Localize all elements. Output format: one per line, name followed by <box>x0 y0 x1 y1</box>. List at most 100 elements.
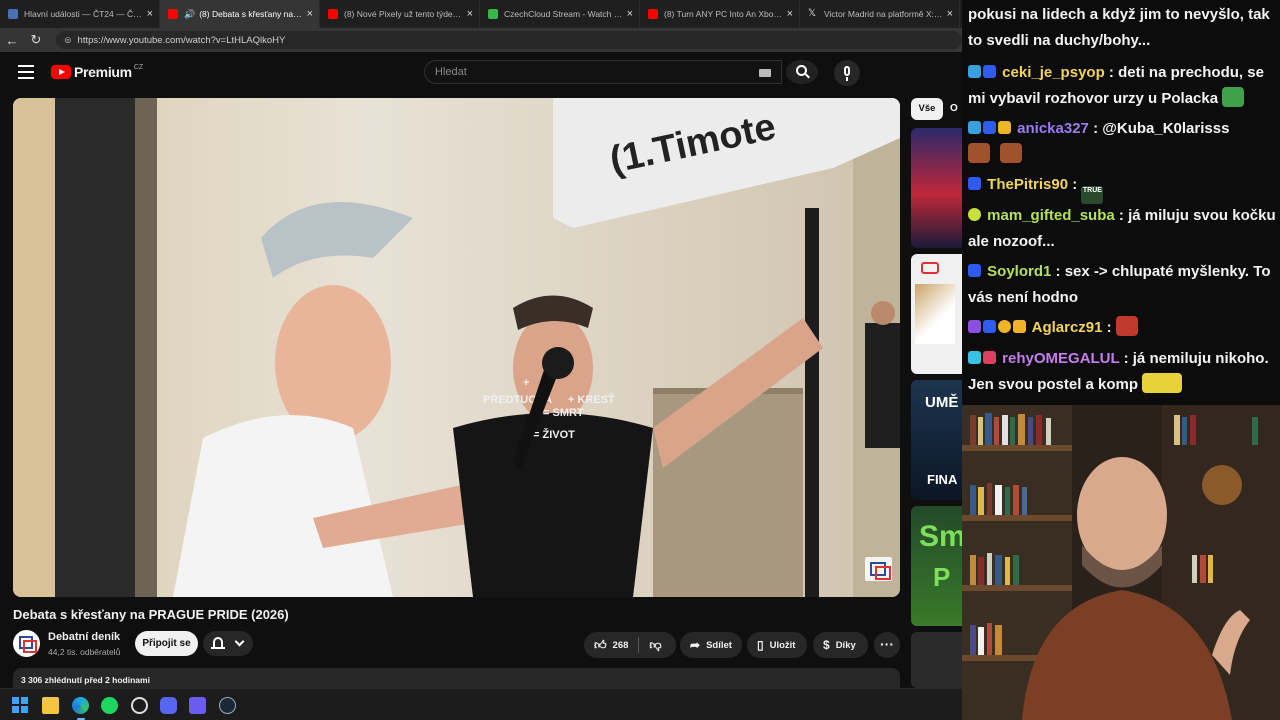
chat-message: mam_gifted_suba : já miluju svou kočku a… <box>968 207 1276 250</box>
more-actions-icon[interactable]: ··· <box>874 632 900 658</box>
face-emote-icon <box>1115 316 1138 336</box>
badge-icon <box>968 177 981 190</box>
search-button[interactable] <box>786 60 818 84</box>
video-player[interactable]: (1.Timote + PŘEDTUCHA + KRESŤ = SMRT = Ž… <box>13 98 900 597</box>
logo-text: Premium <box>74 64 132 80</box>
thumbnail-text: UMĚ <box>925 394 959 411</box>
browser-tab[interactable]: Hlavní události — ČT24 — Česká × <box>0 0 160 28</box>
close-icon[interactable]: × <box>787 8 793 20</box>
screen: Hlavní události — ČT24 — Česká × 🔊 (8) D… <box>0 0 1280 720</box>
crown-badge-icon <box>998 121 1011 134</box>
like-dislike-group: 👍︎ 268 👎︎ <box>584 632 676 658</box>
chat-username[interactable]: rehyOMEGALUL <box>1002 350 1119 367</box>
youtube-logo[interactable]: Premium CZ <box>51 64 143 80</box>
bookmark-icon: ▯ <box>757 638 764 652</box>
url-field[interactable]: ⊜ https://www.youtube.com/watch?v=LtHLAQ… <box>56 31 962 49</box>
recommendation-thumbnail[interactable]: UMĚ FINA <box>911 380 962 500</box>
speaker-icon[interactable]: 🔊 <box>184 9 195 20</box>
tab-title: Hlavní události — ČT24 — Česká <box>24 9 143 19</box>
dislike-button[interactable]: 👎︎ <box>639 632 671 658</box>
shirt-text: = ŽIVOT <box>533 428 575 441</box>
pepe-emote-icon <box>1142 373 1183 393</box>
webcam-feed <box>962 405 1280 720</box>
obs-icon[interactable] <box>131 697 148 714</box>
chevron-down-icon <box>234 636 245 647</box>
chat-username[interactable]: mam_gifted_suba <box>987 207 1115 224</box>
browser-tab-active[interactable]: 🔊 (8) Debata s křesťany na PRAGU × <box>160 0 320 28</box>
country-code: CZ <box>133 63 144 71</box>
site-info-icon[interactable]: ⊜ <box>64 35 72 46</box>
badge-icon <box>983 351 996 364</box>
url-text: https://www.youtube.com/watch?v=LtHLAQlk… <box>77 34 286 46</box>
browser-tab[interactable]: (8) Nové Pixely už tento týden. | R × <box>320 0 480 28</box>
shirt-text: = SMRT <box>543 407 584 419</box>
chat-username[interactable]: ThePitris90 <box>987 176 1068 193</box>
browser-tab[interactable]: (8) Turn ANY PC Into An Xbox! HU × <box>640 0 800 28</box>
file-explorer-icon[interactable] <box>42 697 59 714</box>
description-box[interactable]: 3 306 zhlédnutí před 2 hodinami <box>13 668 900 688</box>
thanks-button[interactable]: $ Díky <box>813 632 868 658</box>
youtube-favicon <box>648 9 658 19</box>
channel-name[interactable]: Debatní deník <box>48 631 120 643</box>
crown-badge-icon <box>1013 320 1026 333</box>
microphone-icon <box>844 66 850 76</box>
close-icon[interactable]: × <box>627 8 633 20</box>
chat-username[interactable]: Soylord1 <box>987 263 1051 280</box>
subscriber-count: 44,2 tis. odběratelů <box>48 647 121 657</box>
youtube-favicon <box>168 9 178 19</box>
thanks-label: Díky <box>835 639 856 651</box>
save-button[interactable]: ▯ Uložit <box>747 632 807 658</box>
chip-next[interactable]: O <box>950 98 962 120</box>
recommendation-thumbnail[interactable] <box>911 254 962 374</box>
thumbnail-text: FINA <box>927 472 958 487</box>
recommendation-thumbnail[interactable] <box>911 632 962 688</box>
chip-all[interactable]: Vše <box>911 98 943 120</box>
webcam-overlay <box>962 405 1280 720</box>
notification-button[interactable] <box>203 631 253 656</box>
chat-username[interactable]: ceki_je_psyop <box>1002 64 1105 81</box>
browser-tab[interactable]: CzechCloud Stream - Watch Live o × <box>480 0 640 28</box>
edge-browser-icon[interactable] <box>72 697 89 720</box>
thumbs-up-icon: 👍︎ <box>594 637 607 652</box>
share-label: Sdílet <box>706 639 732 651</box>
windows-start-icon[interactable] <box>12 697 29 714</box>
close-icon[interactable]: × <box>947 8 953 20</box>
like-button[interactable]: 👍︎ 268 <box>584 632 638 658</box>
badge-icon <box>968 320 981 333</box>
channel-avatar[interactable] <box>13 630 40 657</box>
share-icon: ➦ <box>690 638 701 652</box>
app-grid-icon[interactable] <box>189 697 206 714</box>
video-frame: (1.Timote + PŘEDTUCHA + KRESŤ = SMRT = Ž… <box>13 98 900 597</box>
thumbs-down-icon: 👎︎ <box>649 637 662 652</box>
pepe-emote-icon <box>1222 87 1245 107</box>
face-emote-icon <box>968 143 990 163</box>
views-and-date: 3 306 zhlédnutí před 2 hodinami <box>21 675 150 685</box>
voice-search-button[interactable] <box>834 60 860 86</box>
close-icon[interactable]: × <box>147 8 153 20</box>
browser-tab[interactable]: 𝕏 Victor Madrid na platformě X: „@ × <box>800 0 960 28</box>
search-input[interactable]: Hledat <box>424 60 782 84</box>
reload-icon[interactable]: ↻ <box>24 32 48 48</box>
discord-icon[interactable] <box>160 697 177 714</box>
face-emote-icon <box>1000 143 1023 163</box>
badge-icon <box>998 320 1011 333</box>
recommendation-thumbnail[interactable] <box>911 128 962 248</box>
share-button[interactable]: ➦ Sdílet <box>680 632 742 658</box>
steam-icon[interactable] <box>219 697 236 714</box>
address-bar-row: ← ↻ ⊜ https://www.youtube.com/watch?v=Lt… <box>0 28 962 52</box>
back-icon[interactable]: ← <box>0 33 24 48</box>
join-button[interactable]: Připojit se <box>135 631 198 656</box>
close-icon[interactable]: × <box>307 8 313 20</box>
menu-icon[interactable] <box>18 65 34 79</box>
channel-watermark-icon[interactable] <box>865 557 892 581</box>
thanks-icon: $ <box>823 638 830 652</box>
keyboard-icon[interactable] <box>759 69 771 77</box>
chat-message: ThePitris90 : TRUE <box>968 172 1276 204</box>
spotify-icon[interactable] <box>101 697 118 714</box>
close-icon[interactable]: × <box>467 8 473 20</box>
chat-username[interactable]: Aglarcz91 <box>1032 319 1103 336</box>
recommendation-thumbnail[interactable]: Sm P <box>911 506 962 626</box>
chat-username[interactable]: anicka327 <box>1017 120 1089 137</box>
badge-icon <box>983 320 996 333</box>
true-emote-icon: TRUE <box>1081 186 1104 204</box>
